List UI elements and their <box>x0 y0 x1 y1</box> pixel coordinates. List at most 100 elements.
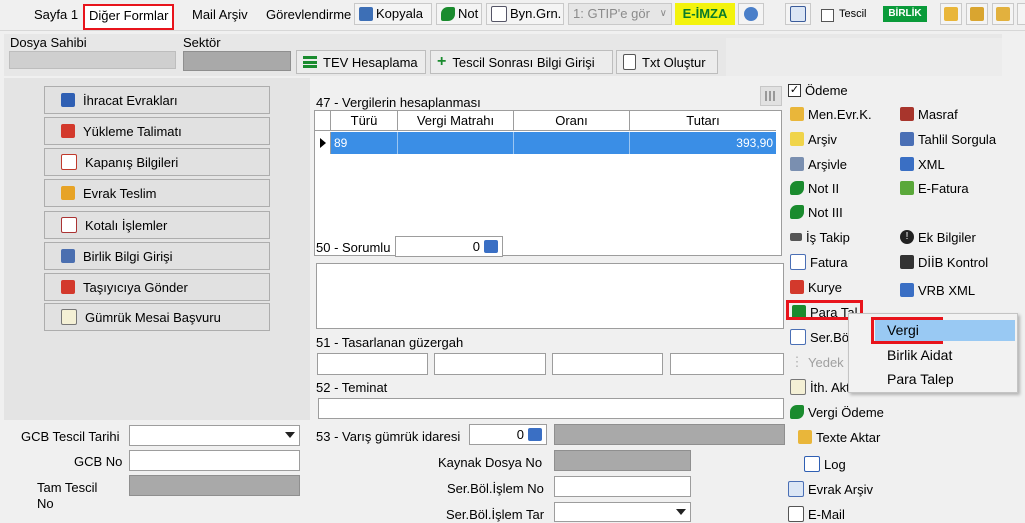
birlik-button[interactable]: BİRLİK <box>883 6 927 22</box>
vergi-odeme-label: Vergi Ödeme <box>808 404 884 420</box>
tab-gorevlendirme[interactable]: Görevlendirme <box>262 4 358 26</box>
chevron-down-icon <box>285 432 295 438</box>
e-fatura-item[interactable]: E-Fatura <box>900 179 969 197</box>
note-icon <box>790 181 804 195</box>
guzergah-input-2[interactable] <box>434 353 546 375</box>
folder-up-button[interactable] <box>966 3 988 25</box>
men-evr-k-item[interactable]: Men.Evr.K. <box>790 105 872 123</box>
tescil-checkbox[interactable] <box>821 9 834 22</box>
tab-diger-formlar[interactable]: Diğer Formlar <box>83 4 175 30</box>
e-imza-button[interactable]: E-İMZA <box>675 3 735 25</box>
kotali-islemler-button[interactable]: Kotalı İşlemler <box>44 211 270 239</box>
varis-gumruk-name-field[interactable] <box>554 424 785 445</box>
folder-open-button[interactable] <box>940 3 962 25</box>
arsiv-label: Arşiv <box>808 131 837 147</box>
copy-icon <box>359 7 373 21</box>
tescil-sonrasi-button[interactable]: + Tescil Sonrası Bilgi Girişi <box>430 50 613 74</box>
texte-aktar-item[interactable]: Texte Aktar <box>798 428 880 446</box>
gcb-no-input[interactable] <box>129 450 300 471</box>
varis-gumruk-spinner[interactable]: 0 <box>469 424 547 445</box>
arsivle-item[interactable]: Arşivle <box>790 155 847 173</box>
tev-hesaplama-button[interactable]: TEV Hesaplama <box>296 50 426 74</box>
guzergah-input-3[interactable] <box>552 353 663 375</box>
txt-olustur-button[interactable]: Txt Oluştur <box>616 50 718 74</box>
ith-akt-item[interactable]: İth. Akt <box>790 378 850 396</box>
evrak-teslim-button[interactable]: Evrak Teslim <box>44 179 270 207</box>
not-ii-item[interactable]: Not II <box>790 179 839 197</box>
yukleme-talimati-label: Yükleme Talimatı <box>83 123 182 139</box>
note-button[interactable]: Not <box>436 3 482 25</box>
table-cell-matrah[interactable] <box>398 132 514 154</box>
tab-sayfa-1[interactable]: Sayfa 1 <box>30 4 82 26</box>
tracking-icon <box>790 233 802 241</box>
kurye-item[interactable]: Kurye <box>790 278 842 296</box>
xml-item[interactable]: XML <box>900 155 945 173</box>
search-document-icon <box>790 6 806 22</box>
diib-kontrol-item[interactable]: DİİB Kontrol <box>900 253 988 271</box>
evrak-arsiv-item[interactable]: Evrak Arşiv <box>788 480 873 498</box>
sektor-field[interactable] <box>183 51 291 71</box>
gumruk-mesai-basvuru-button[interactable]: Gümrük Mesai Başvuru <box>44 303 270 331</box>
kaynak-dosya-label: Kaynak Dosya No <box>438 455 543 470</box>
ihracat-evraklari-button[interactable]: İhracat Evrakları <box>44 86 270 114</box>
sorumlu-textarea[interactable] <box>316 263 784 329</box>
tax-grid[interactable]: Türü Vergi Matrahı Oranı Tutarı 89 393,9… <box>314 110 782 256</box>
monitor-icon <box>744 7 758 21</box>
birlik-bilgi-girisi-button[interactable]: Birlik Bilgi Girişi <box>44 242 270 270</box>
dosya-sahibi-field[interactable] <box>9 51 176 69</box>
tab-mail-arsiv[interactable]: Mail Arşiv <box>188 4 252 26</box>
monitor-button[interactable] <box>738 3 764 25</box>
guzergah-input-1[interactable] <box>317 353 428 375</box>
kaynak-dosya-field[interactable] <box>554 450 691 471</box>
table-cell-tutari[interactable]: 393,90 <box>630 132 776 154</box>
ek-bilgiler-item[interactable]: ! Ek Bilgiler <box>900 228 976 246</box>
context-item-birlik-aidat[interactable]: Birlik Aidat <box>887 347 952 363</box>
context-item-vergi[interactable]: Vergi <box>887 322 919 338</box>
calculator-button[interactable] <box>760 86 782 106</box>
kapanis-bilgileri-button[interactable]: Kapanış Bilgileri <box>44 148 270 176</box>
gcb-tescil-tarihi-label: GCB Tescil Tarihi <box>21 429 120 444</box>
teminat-input[interactable] <box>318 398 784 419</box>
ser-bol-islem-no-input[interactable] <box>554 476 691 497</box>
gtip-select[interactable]: 1: GTIP'e gör ∨ <box>568 3 672 25</box>
folder-refresh-button[interactable] <box>992 3 1014 25</box>
odeme-checkbox-item[interactable]: ✓ Ödeme <box>788 81 848 99</box>
ser-bol-islem-tar-select[interactable] <box>554 502 691 522</box>
copy-button[interactable]: Kopyala <box>354 3 432 25</box>
guzergah-input-4[interactable] <box>670 353 784 375</box>
masraf-item[interactable]: Masraf <box>900 105 958 123</box>
xml-label: XML <box>918 156 945 172</box>
is-takip-item[interactable]: İş Takip <box>790 228 850 246</box>
folder-open-icon <box>944 7 958 21</box>
tam-tescil-no-field[interactable] <box>129 475 300 496</box>
toolbar-overflow-button[interactable] <box>1017 3 1025 25</box>
fatura-item[interactable]: Fatura <box>790 253 848 271</box>
not-iii-item[interactable]: Not III <box>790 203 843 221</box>
log-item[interactable]: Log <box>804 455 846 473</box>
gcb-tescil-tarihi-select[interactable] <box>129 425 300 446</box>
sorumlu-spinner[interactable]: 0 <box>395 236 503 257</box>
vrb-xml-item[interactable]: VRB XML <box>900 281 975 299</box>
yedek-item[interactable]: ⋮ Yedek <box>790 353 844 371</box>
gtip-select-value: 1: GTIP'e gör <box>573 6 650 21</box>
fatura-label: Fatura <box>810 254 848 270</box>
search-document-button[interactable] <box>785 3 811 25</box>
e-mail-item[interactable]: E-Mail <box>788 505 845 523</box>
tasiyiciya-gonder-button[interactable]: Taşıyıcıya Gönder <box>44 273 270 301</box>
spin-icon <box>528 428 542 441</box>
building-icon <box>61 249 75 263</box>
col-header-tutari: Tutarı <box>630 111 776 131</box>
yukleme-talimati-button[interactable]: Yükleme Talimatı <box>44 117 270 145</box>
arsiv-item[interactable]: Arşiv <box>790 130 837 148</box>
folder-icon <box>790 107 804 121</box>
is-takip-label: İş Takip <box>806 229 850 245</box>
ser-bo-item[interactable]: Ser.Bö <box>790 328 849 346</box>
table-cell-orani[interactable] <box>514 132 630 154</box>
tahlil-sorgula-item[interactable]: Tahlil Sorgula <box>900 130 996 148</box>
byn-grn-button[interactable]: Byn.Grn. <box>486 3 564 25</box>
document-icon <box>623 54 636 70</box>
vergi-odeme-item[interactable]: Vergi Ödeme <box>790 403 884 421</box>
context-item-para-talep[interactable]: Para Talep <box>887 371 954 387</box>
table-cell-turu[interactable]: 89 <box>331 132 398 154</box>
tescil-label: Tescil <box>839 8 867 20</box>
